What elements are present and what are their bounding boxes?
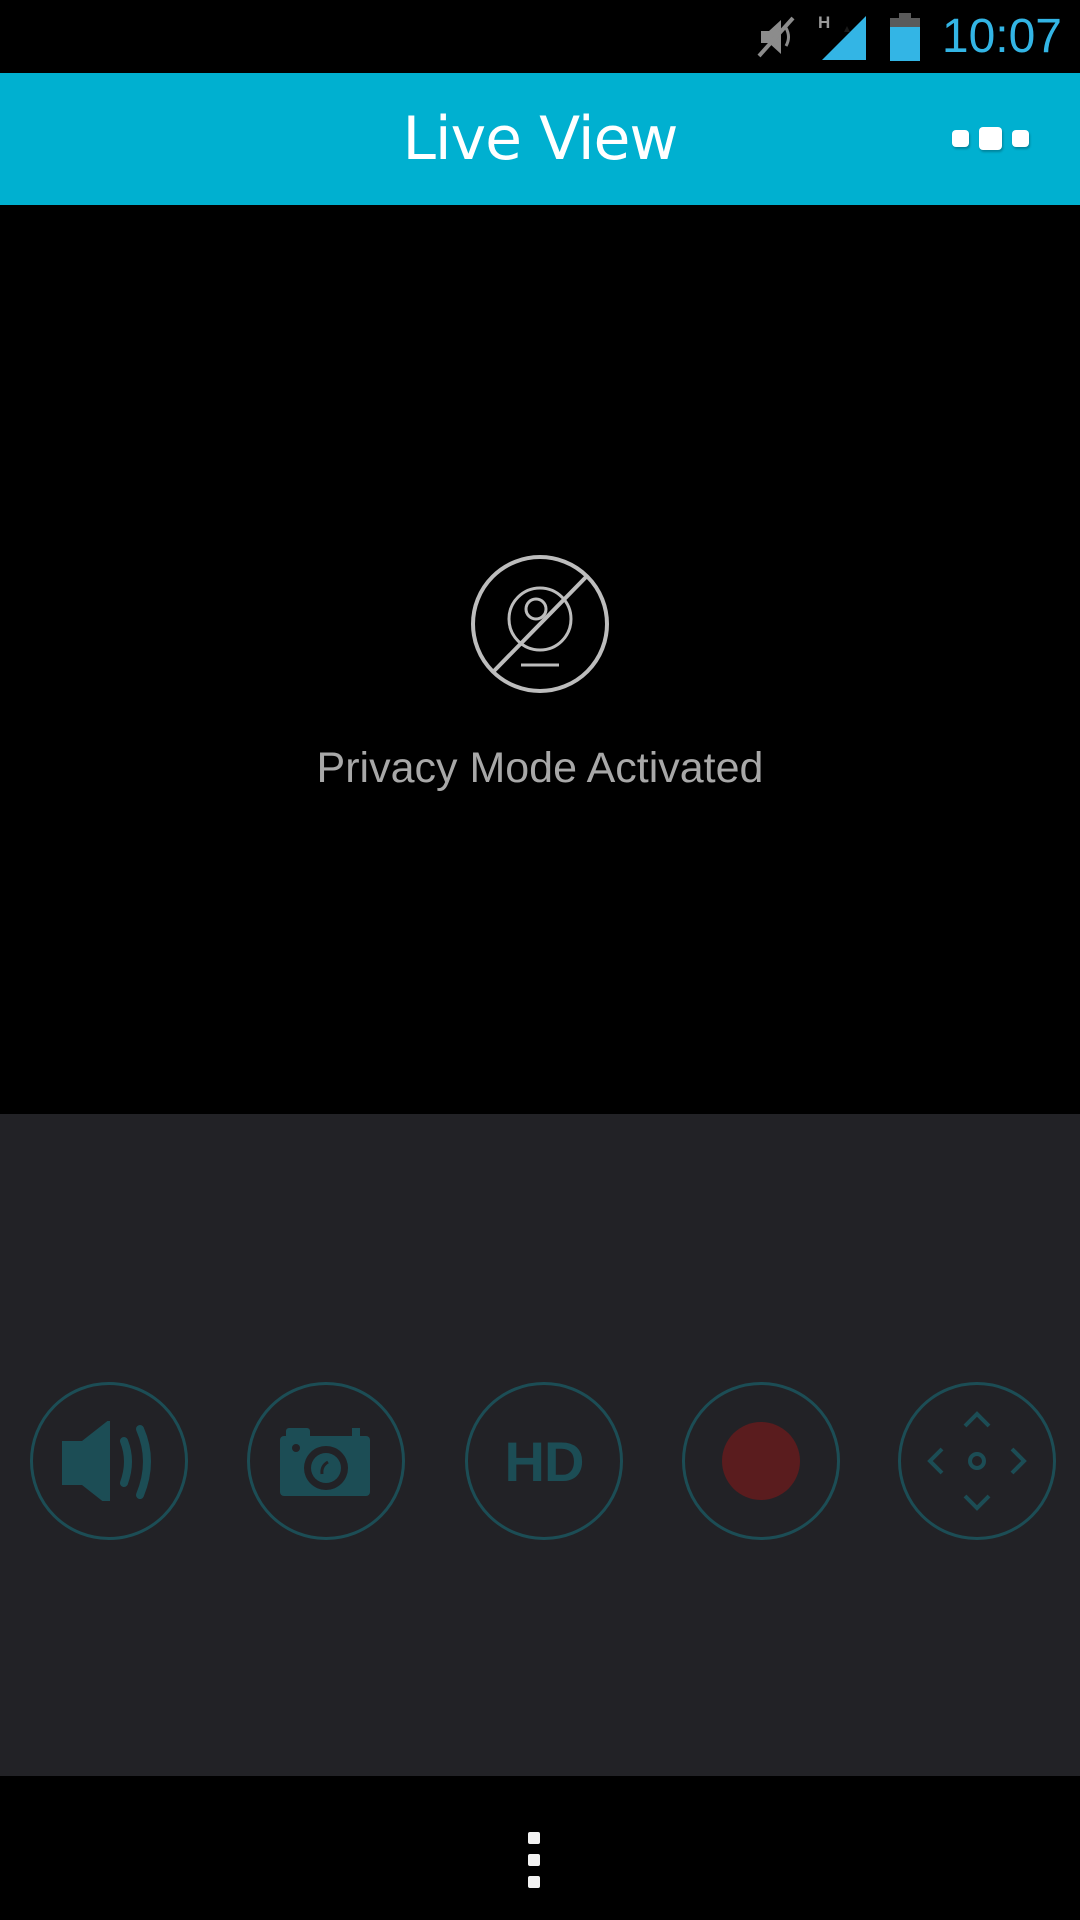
navigation-bar xyxy=(0,1776,1080,1920)
speaker-icon xyxy=(62,1421,151,1501)
battery-icon xyxy=(890,0,920,73)
mute-icon xyxy=(755,0,797,73)
overflow-menu-icon-dot xyxy=(979,126,1002,150)
overflow-menu-button[interactable] xyxy=(952,118,1034,158)
app-bar: Live View xyxy=(0,73,1080,205)
overflow-menu-icon-dot xyxy=(528,1876,540,1888)
overflow-menu-button-nav[interactable] xyxy=(528,1832,552,1898)
chevron-down-icon xyxy=(963,1494,991,1511)
record-icon xyxy=(722,1422,800,1500)
directional-pad-icon xyxy=(927,1411,1027,1511)
pan-tilt-button[interactable] xyxy=(898,1382,1056,1540)
overflow-menu-icon-dot xyxy=(1012,129,1029,147)
network-type-label: H xyxy=(818,13,830,32)
overflow-menu-icon xyxy=(952,129,969,147)
overflow-menu-icon xyxy=(528,1832,540,1844)
record-button[interactable] xyxy=(682,1382,840,1540)
camera-disabled-icon xyxy=(471,555,609,693)
chevron-left-icon xyxy=(927,1447,944,1475)
hd-button[interactable]: HD xyxy=(465,1382,623,1540)
clock: 10:07 xyxy=(941,10,1062,63)
hspa-signal-icon: H xyxy=(818,0,868,73)
snapshot-button[interactable] xyxy=(247,1382,405,1540)
privacy-mode-status: Privacy Mode Activated xyxy=(316,744,764,792)
page-title: Live View xyxy=(402,104,679,174)
hd-icon: HD xyxy=(504,1429,585,1493)
overflow-menu-icon-dot xyxy=(528,1854,540,1866)
chevron-up-icon xyxy=(963,1411,991,1428)
chevron-right-icon xyxy=(1010,1447,1027,1475)
audio-button[interactable] xyxy=(30,1382,188,1540)
camera-icon xyxy=(280,1428,370,1496)
status-bar: H 10:07 xyxy=(0,0,1080,73)
